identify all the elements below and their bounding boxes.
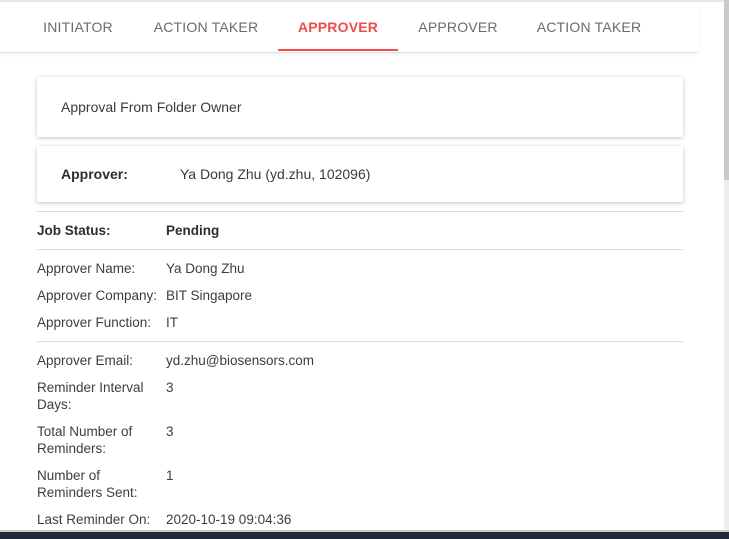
approval-title-card: Approval From Folder Owner xyxy=(37,77,683,137)
approver-email-label: Approver Email: xyxy=(37,353,134,368)
divider xyxy=(37,211,683,212)
active-tab-indicator xyxy=(278,49,398,51)
workflow-panel: INITIATOR ACTION TAKER APPROVER APPROVER… xyxy=(0,0,724,530)
tab-action-taker-2[interactable]: ACTION TAKER xyxy=(529,0,649,52)
approver-card: Approver: Ya Dong Zhu (yd.zhu, 102096) xyxy=(37,146,683,202)
approver-company-label: Approver Company: xyxy=(37,288,158,303)
last-reminder-label: Last Reminder On: xyxy=(37,512,151,527)
approver-function-label: Approver Function: xyxy=(37,315,152,330)
job-status-value: Pending xyxy=(166,223,220,238)
total-reminders-value: 3 xyxy=(166,424,174,439)
last-reminder-value: 2020-10-19 09:04:36 xyxy=(166,512,292,527)
workflow-tabs: INITIATOR ACTION TAKER APPROVER APPROVER… xyxy=(0,0,698,53)
approver-email-value: yd.zhu@biosensors.com xyxy=(166,353,315,368)
job-status-label: Job Status: xyxy=(37,223,111,238)
taskbar-edge xyxy=(0,530,729,539)
divider xyxy=(37,249,683,250)
total-reminders-label: Total Number of Reminders: xyxy=(37,424,133,456)
tab-approver-1[interactable]: APPROVER xyxy=(278,0,398,52)
approver-card-label: Approver: xyxy=(61,166,128,182)
reminder-interval-label: Reminder Interval Days: xyxy=(37,380,144,412)
approver-company-value: BIT Singapore xyxy=(166,288,253,303)
tab-initiator[interactable]: INITIATOR xyxy=(30,0,126,52)
tab-action-taker-1[interactable]: ACTION TAKER xyxy=(146,0,266,52)
approval-title: Approval From Folder Owner xyxy=(61,99,242,115)
reminders-sent-label: Number of Reminders Sent: xyxy=(37,468,138,500)
reminder-interval-value: 3 xyxy=(166,380,174,395)
approver-card-value: Ya Dong Zhu (yd.zhu, 102096) xyxy=(180,166,371,182)
scrollbar-thumb[interactable] xyxy=(724,0,729,180)
approver-function-value: IT xyxy=(166,315,178,330)
tab-approver-2[interactable]: APPROVER xyxy=(410,0,506,52)
divider xyxy=(37,341,683,342)
approver-name-label: Approver Name: xyxy=(37,261,136,276)
window-top-edge xyxy=(0,0,729,2)
approver-name-value: Ya Dong Zhu xyxy=(166,261,245,276)
reminders-sent-value: 1 xyxy=(166,468,174,483)
